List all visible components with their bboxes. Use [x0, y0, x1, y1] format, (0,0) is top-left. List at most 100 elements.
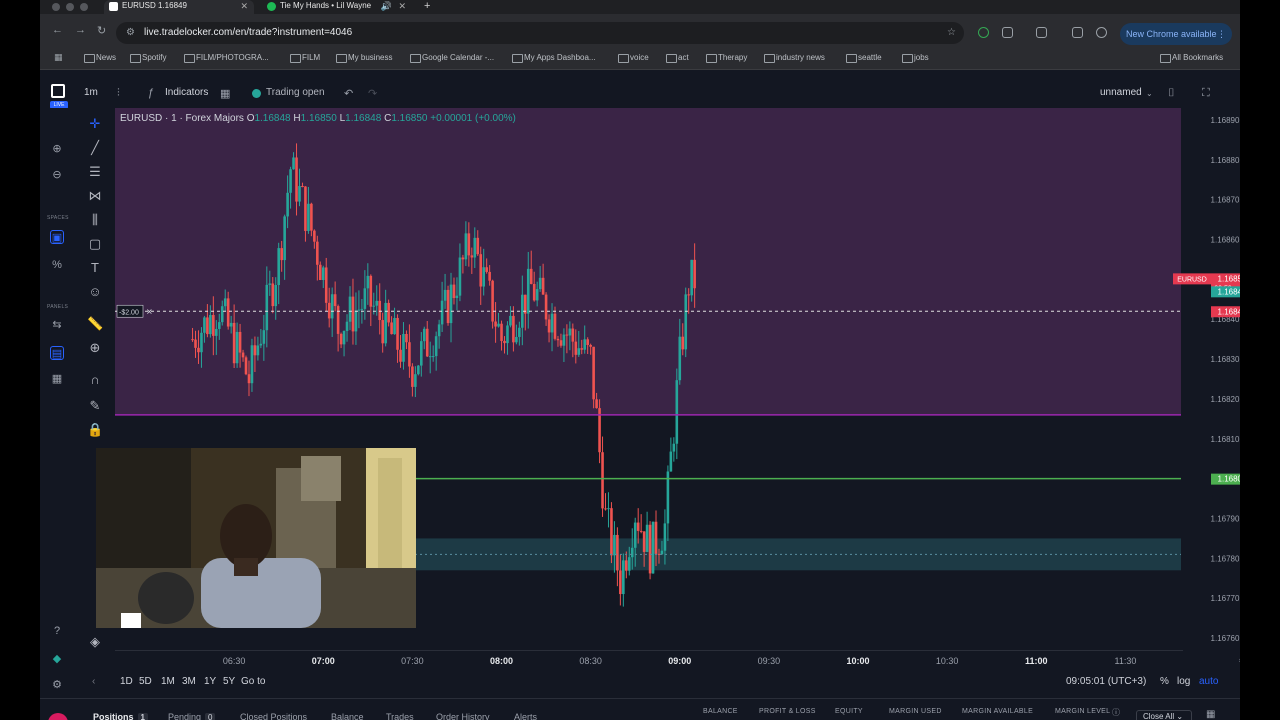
text-tool-icon[interactable]: T [87, 260, 103, 276]
trend-line-tool-icon[interactable]: ╱ [87, 140, 103, 156]
tab-trades[interactable]: Trades [386, 712, 414, 720]
indicators-button[interactable]: Indicators [165, 87, 208, 98]
pattern-tool-icon[interactable]: ⋈ [87, 188, 103, 204]
range-3m[interactable]: 3M [182, 676, 196, 687]
more-menu-icon[interactable]: ⋮ [1217, 23, 1226, 45]
fib-tool-icon[interactable]: ⫼ [87, 212, 103, 228]
range-5d[interactable]: 5D [139, 676, 152, 687]
all-bookmarks[interactable]: All Bookmarks [1160, 53, 1223, 63]
zoom-out-icon[interactable]: ⊖ [50, 168, 64, 182]
layers-icon[interactable]: ◈ [87, 634, 103, 650]
panel-calendar-icon[interactable]: ▦ [50, 372, 64, 386]
user-avatar[interactable] [48, 713, 68, 720]
ruler-tool-icon[interactable]: 📏 [87, 316, 103, 332]
horizontal-lines-tool-icon[interactable]: ☰ [87, 164, 103, 180]
back-icon[interactable]: ← [52, 24, 63, 36]
rectangle-tool-icon[interactable]: ▢ [87, 236, 103, 252]
collapse-chevron-icon[interactable]: ‹ [92, 676, 95, 687]
browser-tab-eurusd[interactable]: EURUSD 1.16849 ✕ [104, 0, 254, 14]
tab-pending[interactable]: Pending 0 [168, 712, 216, 720]
camera-icon[interactable]: ⌷ [1168, 87, 1175, 100]
pencil-lock-icon[interactable]: ✎ [87, 398, 103, 414]
settings-gear-icon[interactable]: ⚙ [50, 678, 64, 692]
candle-body [503, 340, 506, 344]
space-percent-icon[interactable]: % [50, 258, 64, 272]
candle-type-icon[interactable]: ⫶ [117, 87, 120, 100]
candle-body [327, 302, 331, 319]
range-5y[interactable]: 5Y [223, 676, 235, 687]
bookmark-seattle[interactable]: seattle [846, 53, 882, 63]
browser-tab-spotify[interactable]: Tie My Hands • Lil Wayne 🔊 ✕ [262, 0, 412, 14]
bookmark-news[interactable]: News [84, 53, 116, 63]
extension-grammarly-icon[interactable] [978, 27, 989, 38]
emoji-tool-icon[interactable]: ☺ [87, 284, 103, 300]
reading-list-icon[interactable] [1072, 27, 1083, 38]
bookmark-therapy[interactable]: Therapy [706, 53, 747, 63]
tab-balance[interactable]: Balance [331, 712, 364, 720]
profile-avatar-icon[interactable] [1096, 27, 1107, 38]
close-window-icon[interactable] [52, 3, 60, 11]
bookmark-voice[interactable]: voice [618, 53, 649, 63]
trading-status: Trading open [266, 87, 325, 98]
tab-alerts[interactable]: Alerts [514, 712, 537, 720]
candle-body [220, 306, 224, 323]
tab-positions[interactable]: Positions 1 [93, 712, 148, 720]
axis-settings-icon: ⚙ [1239, 656, 1240, 667]
zoom-in-icon[interactable]: ⊕ [50, 142, 64, 156]
lock-icon[interactable]: 🔒 [87, 422, 103, 438]
log-scale-toggle[interactable]: log [1177, 676, 1190, 687]
range-1y[interactable]: 1Y [204, 676, 216, 687]
panel-trade-icon[interactable]: ⇆ [50, 318, 64, 332]
bookmark-my-business[interactable]: My business [336, 53, 392, 63]
new-tab-icon[interactable]: + [424, 0, 430, 12]
redo-icon[interactable]: ↷ [368, 87, 377, 100]
bookmark-my-apps[interactable]: My Apps Dashboa... [512, 53, 596, 63]
tab-order-history[interactable]: Order History [436, 712, 490, 720]
tab-closed-positions[interactable]: Closed Positions [240, 712, 307, 720]
bookmark-film[interactable]: FILM [290, 53, 320, 63]
zoom-tool-icon[interactable]: ⊕ [87, 340, 103, 356]
minimize-window-icon[interactable] [66, 3, 74, 11]
bookmark-film-photography[interactable]: FILM/PHOTOGRA... [184, 53, 269, 63]
indicators-icon[interactable]: ƒ [148, 87, 154, 99]
bookmark-spotify[interactable]: Spotify [130, 53, 166, 63]
timeframe-selector[interactable]: 1m [84, 87, 98, 98]
bookmark-industry-news[interactable]: industry news [764, 53, 825, 63]
space-chart-icon[interactable]: ▣ [50, 230, 64, 244]
cast-icon[interactable] [1036, 27, 1047, 38]
undo-icon[interactable]: ↶ [344, 87, 353, 100]
info-icon[interactable]: ⓘ [1112, 707, 1120, 718]
help-icon[interactable]: ? [50, 624, 64, 638]
percent-scale-toggle[interactable]: % [1160, 676, 1169, 687]
bookmark-google-calendar[interactable]: Google Calendar -... [410, 53, 494, 63]
candle-body [194, 339, 197, 348]
close-tab-icon[interactable]: ✕ [398, 0, 406, 12]
fullscreen-icon[interactable]: ⛶ [1202, 87, 1210, 100]
bookmark-act[interactable]: act [666, 53, 689, 63]
crosshair-tool-icon[interactable]: ✛ [87, 116, 103, 132]
bookmark-jobs[interactable]: jobs [902, 53, 929, 63]
panel-layout-icon[interactable]: ▦ [1206, 709, 1215, 720]
goto-button[interactable]: Go to [241, 676, 265, 687]
magnet-icon[interactable]: ∩ [87, 372, 103, 388]
candle-body [509, 315, 512, 326]
site-info-icon[interactable]: ⚙ [126, 22, 135, 44]
layout-grid-icon[interactable]: ▦ [220, 87, 230, 100]
close-tab-icon[interactable]: ✕ [240, 0, 248, 12]
panel-positions-icon[interactable]: ▤ [50, 346, 64, 360]
extensions-icon[interactable] [1002, 27, 1013, 38]
reload-icon[interactable]: ↻ [97, 24, 106, 37]
forward-icon[interactable]: → [75, 24, 86, 36]
auto-scale-toggle[interactable]: auto [1199, 676, 1218, 687]
chrome-update-button[interactable]: New Chrome available ⋮ [1120, 23, 1232, 45]
close-all-button[interactable]: Close All ⌄ [1136, 710, 1192, 720]
bookmark-star-icon[interactable]: ☆ [947, 22, 956, 44]
range-1d[interactable]: 1D [120, 676, 133, 687]
apps-grid-icon[interactable]: ▦ [54, 52, 63, 63]
chevron-down-icon[interactable]: ⌄ [1146, 89, 1153, 98]
address-bar[interactable]: ⚙ live.tradelocker.com/en/trade?instrume… [116, 22, 964, 44]
range-1m[interactable]: 1M [161, 676, 175, 687]
layout-name[interactable]: unnamed [1100, 87, 1142, 98]
maximize-window-icon[interactable] [80, 3, 88, 11]
audio-playing-icon[interactable]: 🔊 [381, 0, 392, 12]
